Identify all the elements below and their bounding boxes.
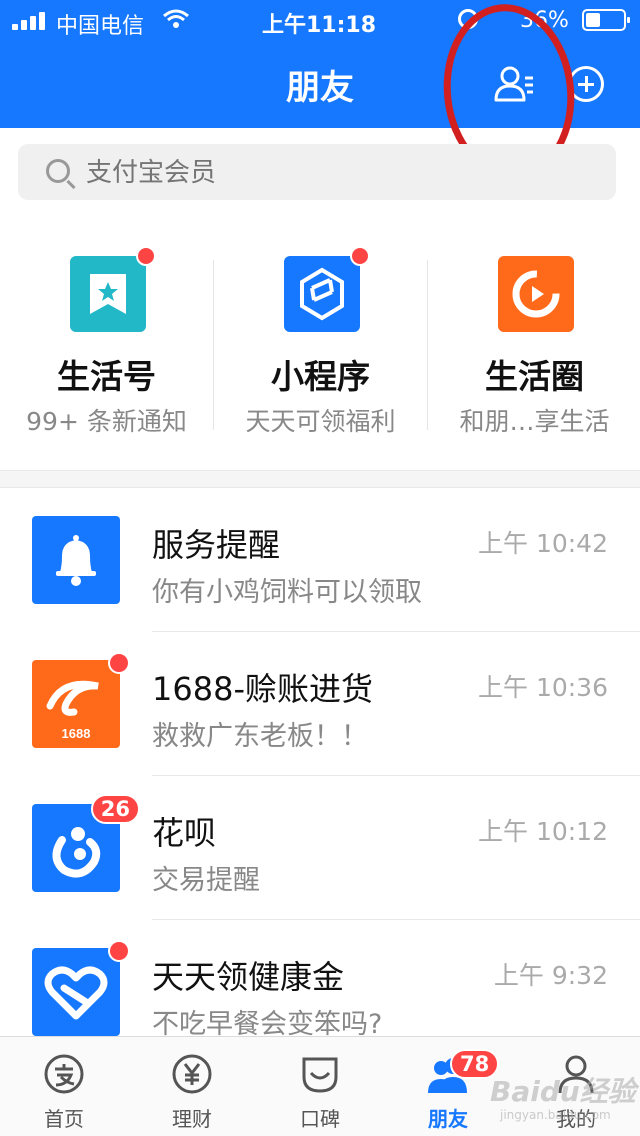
clock: 上午11:18: [262, 13, 377, 38]
feature-row: 生活号 99+ 条新通知 小程序 天天可领福利 生活圈 和朋…享生活: [0, 230, 640, 450]
1688-logo-icon: 1688: [32, 652, 130, 748]
message-preview: 救救广东老板！！: [152, 721, 368, 752]
unread-count-badge: 26: [90, 794, 140, 824]
home-alipay-icon: [44, 1054, 84, 1094]
tab-friends[interactable]: 78 朋友: [384, 1037, 512, 1136]
page-title: 朋友: [286, 68, 354, 108]
message-title: 天天领健康金: [152, 958, 345, 996]
person-icon: [558, 1055, 594, 1094]
message-time: 上午 10:36: [478, 673, 608, 702]
contacts-icon: [494, 66, 533, 102]
tab-label: 我的: [556, 1107, 596, 1131]
tab-bar: 首页 理财 口碑 78 朋友 我的: [0, 1036, 640, 1136]
tab-label: 理财: [172, 1107, 212, 1131]
1688-logo-text: 1688: [62, 726, 91, 741]
heart-icon: [32, 940, 130, 1036]
tab-mine[interactable]: 我的: [512, 1037, 640, 1136]
notification-dot: [108, 652, 130, 674]
search-bar[interactable]: [18, 144, 616, 200]
message-title: 花呗: [152, 814, 217, 852]
koubei-icon: [302, 1057, 338, 1093]
life-circle-icon: [498, 256, 574, 332]
tab-label: 首页: [44, 1107, 84, 1131]
message-preview: 交易提醒: [152, 865, 260, 896]
feature-mini-program[interactable]: 小程序 天天可领福利: [214, 230, 427, 450]
message-title: 1688-赊账进货: [152, 670, 373, 708]
wifi-icon: [162, 8, 190, 36]
feature-title: 生活号: [57, 357, 156, 396]
huabei-icon: 26: [32, 794, 140, 892]
feature-life-circle[interactable]: 生活圈 和朋…享生活: [428, 230, 640, 450]
notification-dot: [350, 246, 370, 266]
message-row[interactable]: 1688 1688-赊账进货 救救广东老板！！ 上午 10:36: [0, 632, 640, 776]
feature-life-account[interactable]: 生活号 99+ 条新通知: [0, 230, 213, 450]
notification-dot: [108, 940, 130, 962]
search-icon: [46, 159, 70, 183]
tab-home[interactable]: 首页: [0, 1037, 128, 1136]
unread-count-badge: 78: [450, 1049, 500, 1079]
feature-title: 小程序: [271, 357, 370, 396]
message-time: 上午 9:32: [493, 961, 608, 990]
message-preview: 你有小鸡饲料可以领取: [152, 577, 422, 608]
status-bar: 中国电信 上午11:18 36%: [0, 0, 640, 40]
contacts-button[interactable]: [492, 62, 536, 106]
message-title: 服务提醒: [152, 526, 281, 564]
message-row[interactable]: 26 花呗 交易提醒 上午 10:12: [0, 776, 640, 920]
message-row[interactable]: 服务提醒 你有小鸡饲料可以领取 上午 10:42: [0, 488, 640, 632]
bookmark-star-icon: [70, 256, 146, 332]
feature-subtitle: 99+ 条新通知: [26, 407, 187, 436]
bell-icon: [32, 516, 120, 604]
message-time: 上午 10:42: [478, 529, 608, 558]
yuan-icon: [172, 1054, 212, 1094]
tab-label: 朋友: [428, 1107, 468, 1131]
notification-dot: [136, 246, 156, 266]
tab-label: 口碑: [300, 1107, 340, 1131]
feature-title: 生活圈: [485, 357, 584, 396]
mini-program-icon: [284, 256, 360, 332]
battery-icon: [582, 9, 630, 31]
tab-koubei[interactable]: 口碑: [256, 1037, 384, 1136]
signal-icon: [12, 12, 48, 30]
carrier-label: 中国电信: [56, 14, 145, 39]
feature-subtitle: 和朋…享生活: [459, 407, 610, 436]
section-divider: [0, 470, 640, 488]
tab-finance[interactable]: 理财: [128, 1037, 256, 1136]
add-button[interactable]: [568, 66, 604, 102]
message-time: 上午 10:12: [478, 817, 608, 846]
search-input[interactable]: [86, 157, 586, 188]
rotation-lock-icon: [458, 9, 478, 29]
feature-subtitle: 天天可领福利: [245, 407, 396, 436]
header: 中国电信 上午11:18 36% 朋友: [0, 0, 640, 128]
battery-percent: 36%: [520, 8, 569, 33]
